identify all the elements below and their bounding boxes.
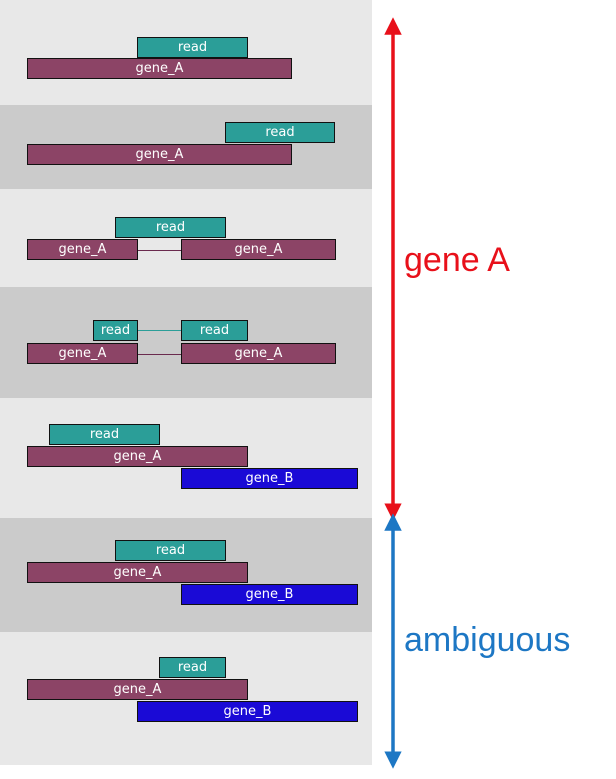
ambiguous-category-label: ambiguous — [404, 621, 571, 659]
gene-a-category-label: gene A — [404, 241, 510, 279]
bracket-arrows — [384, 17, 402, 769]
